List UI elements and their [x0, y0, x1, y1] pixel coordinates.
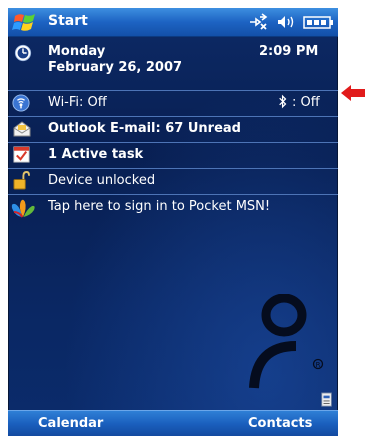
clock-time: 2:09 PM [259, 44, 319, 59]
windows-flag-icon[interactable] [12, 11, 38, 33]
clock-icon [14, 44, 32, 62]
date-day: Monday [48, 44, 106, 59]
today-screen: Start Monday February 26, 2007 2:09 PM W… [8, 8, 338, 436]
email-row[interactable]: Outlook E-mail: 67 Unread [8, 117, 338, 141]
lock-status: Device unlocked [48, 173, 156, 188]
connectivity-icon [250, 13, 268, 30]
device-lock-row[interactable]: Device unlocked [8, 169, 338, 193]
battery-icon [303, 16, 333, 29]
tasks-status: 1 Active task [48, 147, 144, 162]
task-checkbox-icon [13, 146, 30, 163]
calendar-softkey[interactable]: Calendar [38, 416, 103, 431]
bluetooth-icon [279, 94, 287, 109]
wifi-status: Wi-Fi: Off [48, 95, 107, 110]
input-panel-icon[interactable] [320, 392, 334, 408]
date-full: February 26, 2007 [48, 60, 183, 75]
svg-text:R: R [316, 361, 321, 369]
divider [8, 194, 338, 195]
msn-sign-in-link[interactable]: Tap here to sign in to Pocket MSN! [48, 199, 270, 214]
softkey-bar: Calendar Contacts [8, 410, 338, 436]
wireless-manager-icon [12, 94, 30, 112]
msn-butterfly-icon [11, 199, 35, 218]
bluetooth-status: : Off [292, 95, 320, 110]
navigation-bar: Start [8, 8, 338, 37]
red-arrow-icon [341, 85, 365, 101]
mail-icon [13, 121, 31, 137]
start-menu-label[interactable]: Start [48, 13, 88, 29]
date-time-row[interactable]: Monday February 26, 2007 2:09 PM [8, 40, 338, 88]
msn-row[interactable]: Tap here to sign in to Pocket MSN! [8, 196, 338, 222]
windows-mobile-person-logo: R [249, 294, 324, 389]
speaker-icon [278, 16, 294, 28]
email-status: Outlook E-mail: 67 Unread [48, 121, 241, 136]
status-icons[interactable] [248, 13, 336, 31]
wireless-row[interactable]: Wi-Fi: Off : Off [8, 91, 338, 115]
contacts-softkey[interactable]: Contacts [248, 416, 312, 431]
unlocked-padlock-icon [13, 171, 30, 190]
tasks-row[interactable]: 1 Active task [8, 143, 338, 167]
